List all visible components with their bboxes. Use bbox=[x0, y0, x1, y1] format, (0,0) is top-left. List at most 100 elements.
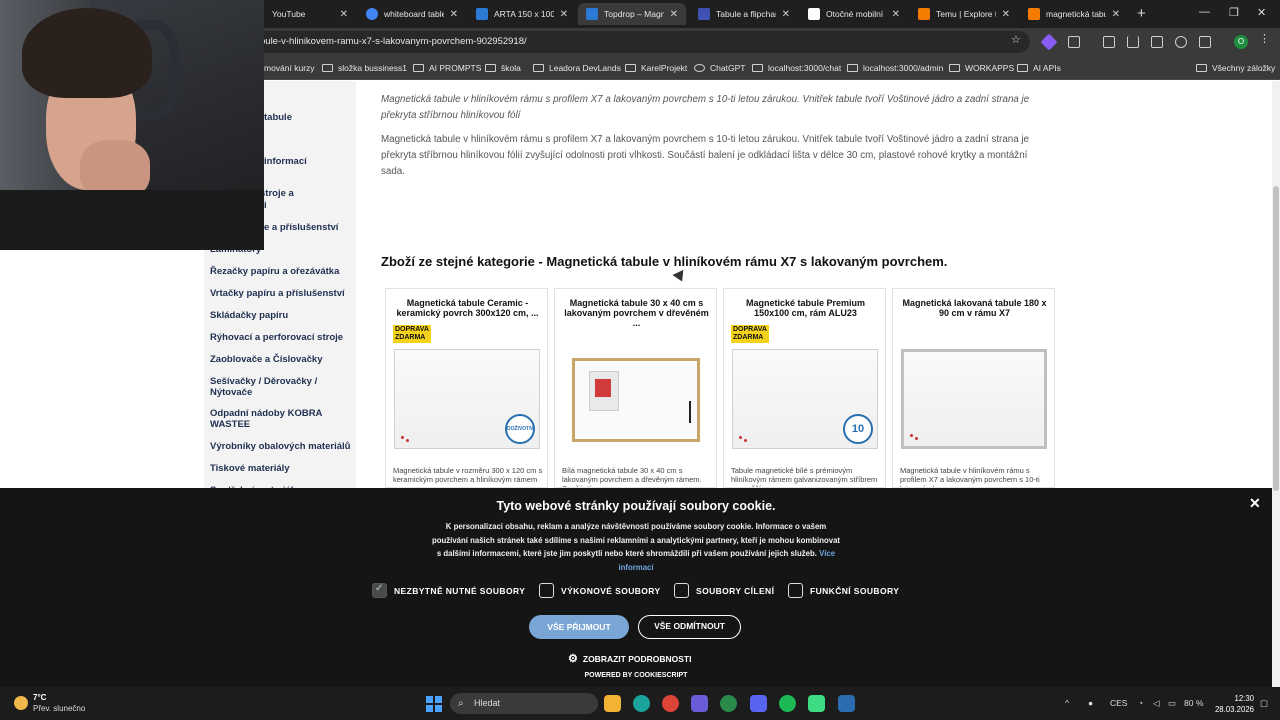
product-image[interactable]: DOŽIVOTNÍ bbox=[394, 349, 540, 449]
extension-icon[interactable] bbox=[1040, 33, 1058, 51]
close-tab-icon[interactable]: ✕ bbox=[340, 9, 348, 20]
product-card[interactable]: Magnetická tabule 30 x 40 cm s lakovaným… bbox=[554, 288, 717, 488]
close-tab-icon[interactable]: ✕ bbox=[1002, 9, 1010, 20]
sidebar-fragment[interactable]: i bbox=[264, 200, 267, 211]
checkbox-targeting[interactable]: SOUBORY CÍLENÍ bbox=[674, 583, 774, 598]
chevron-up-icon[interactable]: ^ bbox=[1065, 698, 1069, 708]
app-icon[interactable] bbox=[808, 695, 825, 712]
sidebar-item[interactable]: Tiskové materiály bbox=[210, 463, 290, 474]
new-tab-button[interactable]: + bbox=[1137, 5, 1146, 22]
checkbox[interactable] bbox=[674, 583, 689, 598]
tab-temu-magneticka[interactable]: magnetická tabule ✕ bbox=[1020, 3, 1128, 25]
microphone-icon[interactable]: ● bbox=[1088, 698, 1093, 708]
cast-icon[interactable] bbox=[1103, 36, 1115, 48]
product-image[interactable] bbox=[572, 358, 700, 442]
start-button[interactable] bbox=[426, 696, 442, 712]
reject-all-button[interactable]: VŠE ODMÍTNOUT bbox=[638, 615, 741, 639]
menu-icon[interactable]: ⋮ bbox=[1259, 32, 1271, 45]
tab-topdrop[interactable]: Topdrop – Magne ✕ bbox=[578, 3, 686, 25]
scrollbar-thumb[interactable] bbox=[1273, 186, 1279, 491]
temperature[interactable]: 7°C bbox=[33, 693, 46, 702]
product-image[interactable]: 10 bbox=[732, 349, 878, 449]
sidebar-item[interactable]: Zaoblovače a Číslovačky bbox=[210, 354, 322, 365]
notifications-icon[interactable]: ▢ bbox=[1260, 698, 1268, 709]
app-icon[interactable] bbox=[633, 695, 650, 712]
close-tab-icon[interactable]: ✕ bbox=[450, 9, 458, 20]
checkbox-necessary[interactable]: NEZBYTNĚ NUTNÉ SOUBORY bbox=[372, 583, 525, 598]
wifi-icon[interactable]: ◔ bbox=[1138, 698, 1143, 708]
bookmark-item[interactable]: localhost:3000/admin bbox=[847, 56, 943, 80]
checkbox-checked[interactable] bbox=[372, 583, 387, 598]
screen-icon[interactable] bbox=[1151, 36, 1163, 48]
product-card[interactable]: Magnetické tabule Premium 150x100 cm, rá… bbox=[723, 288, 886, 488]
sidebar-fragment[interactable]: informací bbox=[264, 156, 307, 167]
close-tab-icon[interactable]: ✕ bbox=[782, 9, 790, 20]
checkbox[interactable] bbox=[539, 583, 554, 598]
tab-youtube[interactable]: YouTube ✕ bbox=[264, 3, 356, 25]
tab-otocne[interactable]: Otočné mobilní p ✕ bbox=[800, 3, 908, 25]
discord-icon[interactable] bbox=[750, 695, 767, 712]
clock[interactable]: 12:30 28.03.2026 bbox=[1212, 693, 1254, 715]
bookmark-item[interactable]: ChatGPT bbox=[694, 56, 745, 80]
star-icon[interactable]: ☆ bbox=[1011, 33, 1023, 46]
all-bookmarks[interactable]: Všechny záložky bbox=[1196, 56, 1275, 80]
file-explorer-icon[interactable] bbox=[604, 695, 621, 712]
volume-icon[interactable]: ◁ bbox=[1153, 698, 1160, 709]
close-window-button[interactable]: ✕ bbox=[1257, 6, 1266, 19]
chrome-icon[interactable] bbox=[662, 695, 679, 712]
battery-icon[interactable]: ▭ bbox=[1168, 698, 1176, 709]
link-icon[interactable] bbox=[1175, 36, 1187, 48]
download-icon[interactable] bbox=[1127, 36, 1139, 48]
edge-icon[interactable] bbox=[720, 695, 737, 712]
app-icon[interactable] bbox=[691, 695, 708, 712]
bookmark-item[interactable]: localhost:3000/chat bbox=[752, 56, 841, 80]
checkbox-performance[interactable]: VÝKONOVÉ SOUBORY bbox=[539, 583, 661, 598]
checkbox-functional[interactable]: FUNKČNÍ SOUBORY bbox=[788, 583, 899, 598]
show-details-button[interactable]: ⚙ ZOBRAZIT PODROBNOSTI bbox=[568, 652, 691, 665]
close-tab-icon[interactable]: ✕ bbox=[1112, 9, 1120, 20]
url-field[interactable]: bule-v-hlinikovem-ramu-x7-s-lakovanym-po… bbox=[240, 31, 1030, 53]
sidebar-item[interactable]: Skládačky papíru bbox=[210, 310, 288, 321]
checkbox[interactable] bbox=[788, 583, 803, 598]
bookmark-item[interactable]: mování kurzy bbox=[264, 56, 315, 80]
accept-all-button[interactable]: VŠE PŘIJMOUT bbox=[529, 615, 629, 639]
product-title[interactable]: Magnetické tabule Premium 150x100 cm, rá… bbox=[732, 298, 879, 318]
puzzle-icon[interactable] bbox=[1068, 36, 1080, 48]
tab-tabule-flipcharty[interactable]: Tabule a flipcharty ✕ bbox=[690, 3, 798, 25]
bookmark-item[interactable]: WORKAPPS bbox=[949, 56, 1014, 80]
battery-percent[interactable]: 80 % bbox=[1184, 698, 1203, 708]
product-title[interactable]: Magnetická tabule Ceramic - keramický po… bbox=[394, 298, 541, 318]
sidepanel-icon[interactable] bbox=[1199, 36, 1211, 48]
sidebar-fragment[interactable]: e a příslušenství bbox=[264, 222, 338, 233]
bookmark-item[interactable]: složka bussiness1 bbox=[322, 56, 407, 80]
profile-avatar[interactable]: O bbox=[1234, 35, 1248, 49]
sidebar-item[interactable]: Odpadní nádoby KOBRA WASTEE bbox=[210, 408, 330, 430]
sidebar-fragment[interactable]: tabule bbox=[264, 112, 292, 123]
product-title[interactable]: Magnetická lakovaná tabule 180 x 90 cm v… bbox=[901, 298, 1048, 318]
sidebar-fragment[interactable]: stroje a bbox=[260, 188, 294, 199]
taskbar-search[interactable]: ⌕ Hledat bbox=[450, 693, 598, 714]
product-title[interactable]: Magnetická tabule 30 x 40 cm s lakovaným… bbox=[563, 298, 710, 328]
sidebar-item[interactable]: Sešívačky / Děrovačky / Nýtovače bbox=[210, 376, 325, 398]
tab-arta[interactable]: ARTA 150 x 100 c ✕ bbox=[468, 3, 576, 25]
maximize-button[interactable]: ❐ bbox=[1229, 6, 1239, 19]
sidebar-item[interactable]: Výrobníky obalových materiálů bbox=[210, 441, 350, 452]
sidebar-item[interactable]: Rýhovací a perforovací stroje bbox=[210, 332, 343, 343]
sidebar-item[interactable]: Vrtačky papíru a příslušenství bbox=[210, 288, 345, 299]
close-tab-icon[interactable]: ✕ bbox=[560, 9, 568, 20]
product-card[interactable]: Magnetická tabule Ceramic - keramický po… bbox=[385, 288, 548, 488]
close-tab-icon[interactable]: ✕ bbox=[670, 9, 678, 20]
tab-whiteboard[interactable]: whiteboard table ✕ bbox=[358, 3, 466, 25]
product-image[interactable] bbox=[901, 349, 1047, 449]
app-icon[interactable] bbox=[838, 695, 855, 712]
tab-temu[interactable]: Temu | Explore the ✕ bbox=[910, 3, 1018, 25]
bookmark-item[interactable]: KarelProjekt bbox=[625, 56, 687, 80]
bookmark-item[interactable]: AI PROMPTS bbox=[413, 56, 481, 80]
product-card[interactable]: Magnetická lakovaná tabule 180 x 90 cm v… bbox=[892, 288, 1055, 488]
bookmark-item[interactable]: Leadora DevLands bbox=[533, 56, 621, 80]
sidebar-item[interactable]: Řezačky papíru a ořezávátka bbox=[210, 266, 339, 277]
weather-desc[interactable]: Přev. slunečno bbox=[33, 704, 85, 713]
spotify-icon[interactable] bbox=[779, 695, 796, 712]
bookmark-item[interactable]: AI APIs bbox=[1017, 56, 1061, 80]
bookmark-item[interactable]: škola bbox=[485, 56, 521, 80]
